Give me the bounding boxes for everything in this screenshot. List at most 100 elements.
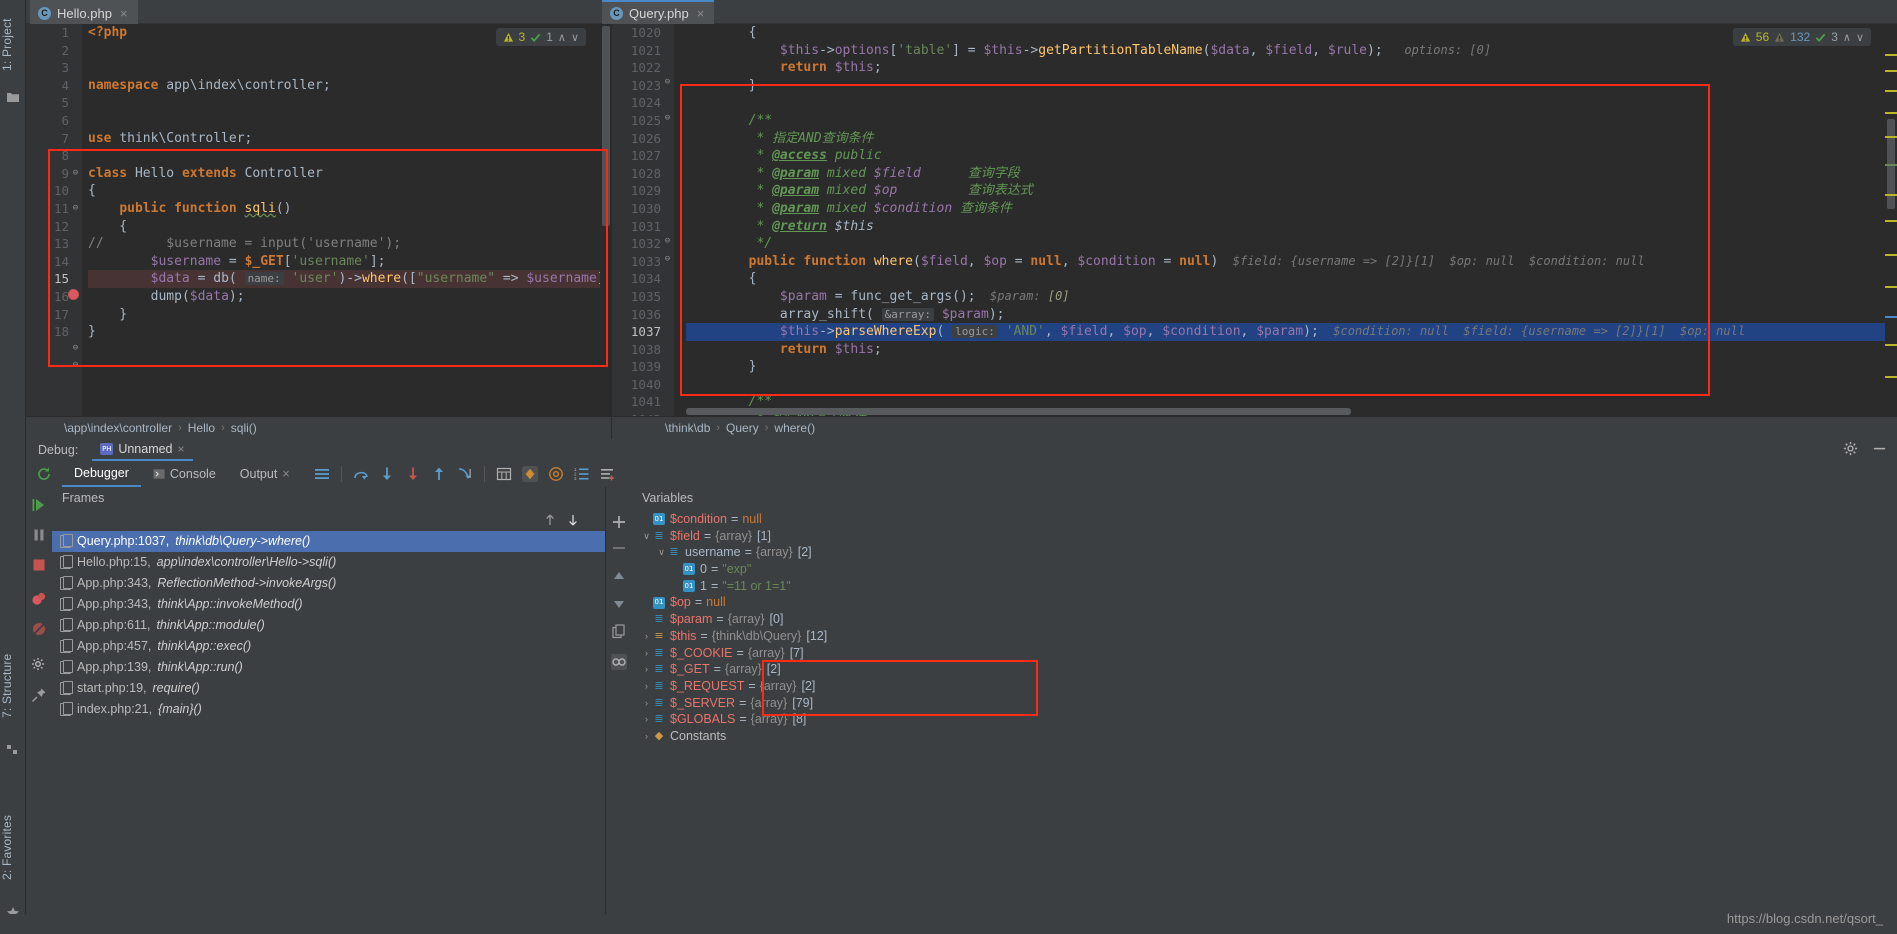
chevron-down-icon[interactable]: ∨ (1856, 31, 1864, 44)
frame-row[interactable]: App.php:139, think\App::run() (52, 657, 605, 678)
line-number[interactable]: 5 (26, 94, 82, 112)
line-number[interactable]: 10 (26, 182, 82, 200)
code-line[interactable]: array_shift( &array: $param); (686, 306, 1897, 324)
code-fold-icon[interactable]: ⊖ (663, 78, 672, 87)
gear-icon[interactable] (1843, 441, 1858, 456)
code-line[interactable]: * @access public (686, 147, 1897, 165)
line-number[interactable]: 1024 (612, 94, 674, 112)
code-line[interactable] (88, 94, 612, 112)
frame-row[interactable]: index.php:21, {main}() (52, 699, 605, 720)
chevron-right-icon[interactable]: › (640, 695, 653, 712)
line-number[interactable]: 1037 (612, 323, 674, 341)
code-line[interactable]: { (88, 218, 612, 236)
folder-icon[interactable] (6, 90, 20, 104)
inspection-widget[interactable]: 3 1 ∧ ∨ (495, 28, 586, 46)
pause-icon[interactable] (31, 527, 47, 543)
copy-icon[interactable] (611, 624, 627, 640)
chevron-down-icon[interactable]: ∨ (655, 544, 668, 561)
editor-hello-php[interactable]: 1 2 3 4 5 6 7 8 9 10 11 12 13 14 15 16 17 18 ⊖ ⊖ ⊖ ⊖ <?php na… (26, 24, 612, 416)
tab-hello-php[interactable]: C Hello.php × (30, 0, 138, 24)
arrow-down-icon[interactable] (566, 513, 580, 527)
frames-panel[interactable]: Query.php:1037, think\db\Query->where() He… (52, 509, 605, 924)
frame-row[interactable]: App.php:611, think\App::module() (52, 615, 605, 636)
breadcrumb-hello[interactable]: \app\index\controller › Hello › sqli() (26, 416, 612, 439)
variable-row[interactable]: ∨ ≣ $field = {array} [1] (632, 528, 1897, 545)
line-number[interactable]: 15 (26, 270, 82, 288)
step-into-icon[interactable] (379, 466, 395, 482)
triangle-up-icon[interactable] (611, 568, 627, 584)
code-line[interactable] (686, 376, 1897, 394)
tab-console[interactable]: Console (141, 461, 228, 487)
editor-splitter[interactable] (611, 24, 612, 439)
minimize-icon[interactable] (1872, 441, 1887, 456)
chevron-down-icon[interactable]: ∨ (571, 31, 579, 44)
close-icon[interactable]: × (282, 467, 289, 481)
line-number[interactable]: 1030 (612, 200, 674, 218)
breadcrumb-item[interactable]: Hello (188, 421, 215, 435)
mute-breakpoints-icon[interactable] (521, 466, 538, 482)
line-number[interactable]: 1038 (612, 341, 674, 359)
line-number[interactable]: 7 (26, 130, 82, 148)
chevron-right-icon[interactable]: › (640, 645, 653, 662)
editor-hscrollbar[interactable] (686, 408, 1883, 415)
line-number[interactable]: 14 (26, 253, 82, 271)
variable-row[interactable]: 01 1 = "=11 or 1=1" (632, 578, 1897, 595)
layout-icon[interactable] (314, 466, 330, 482)
code-line[interactable]: * @param mixed $op 查询表达式 (686, 182, 1897, 200)
sidebar-item-favorites[interactable]: 2: Favorites (0, 798, 26, 896)
frames-list[interactable]: Query.php:1037, think\db\Query->where() He… (52, 531, 605, 720)
code-line[interactable]: public function where($field, $op = null… (686, 253, 1897, 271)
line-number[interactable]: 1036 (612, 306, 674, 324)
code-line[interactable]: $this->options['table'] = $this->getPart… (686, 42, 1897, 60)
code-line[interactable]: public function sqli() (88, 200, 612, 218)
line-number[interactable]: 1 (26, 24, 82, 42)
chevron-right-icon[interactable]: › (640, 628, 653, 645)
code-content[interactable]: <?php namespace app\index\controller; us… (88, 24, 612, 416)
breakpoint-marker[interactable] (68, 289, 79, 300)
mute-breakpoints-side-icon[interactable] (31, 621, 47, 637)
code-fold-icon[interactable]: ⊖ (71, 169, 80, 178)
line-number[interactable]: 1035 (612, 288, 674, 306)
code-line[interactable]: dump($data); (88, 288, 612, 306)
force-step-into-icon[interactable] (405, 466, 421, 482)
inspection-widget[interactable]: 56 132 3 ∧ ∨ (1732, 28, 1871, 46)
line-number[interactable]: 3 (26, 59, 82, 77)
variable-row[interactable]: › ≣ $_REQUEST = {array} [2] (632, 678, 1897, 695)
line-number[interactable]: 1040 (612, 376, 674, 394)
code-line[interactable]: use think\Controller; (88, 130, 612, 148)
code-line[interactable]: * @return $this (686, 218, 1897, 236)
settings-side-icon[interactable] (31, 657, 47, 673)
code-line[interactable] (88, 59, 612, 77)
line-number[interactable]: 1034 (612, 270, 674, 288)
settings-list-icon[interactable] (600, 466, 616, 482)
line-number[interactable]: 1022 (612, 59, 674, 77)
sidebar-item-structure[interactable]: 7: Structure (0, 638, 26, 734)
run-to-cursor-icon[interactable] (457, 466, 473, 482)
frame-row[interactable]: Hello.php:15, app\index\controller\Hello-… (52, 552, 605, 573)
breadcrumb-item[interactable]: \app\index\controller (64, 421, 172, 435)
variable-row[interactable]: ≣ $param = {array} [0] (632, 611, 1897, 628)
code-line[interactable]: * @param mixed $condition 查询条件 (686, 200, 1897, 218)
code-fold-icon[interactable]: ⊖ (71, 361, 80, 370)
code-line[interactable]: /** (686, 112, 1897, 130)
sidebar-item-project[interactable]: 1: Project (0, 6, 26, 84)
close-icon[interactable]: × (120, 6, 128, 21)
line-number[interactable]: 1031 (612, 218, 674, 236)
code-line[interactable]: $param = func_get_args(); $param: [0] (686, 288, 1897, 306)
breadcrumb-item[interactable]: sqli() (231, 421, 257, 435)
variables-tree[interactable]: 01 $condition = null ∨ ≣ $field = {array} [1] ∨ ≣ us… (632, 511, 1897, 745)
line-number[interactable]: 4 (26, 77, 82, 95)
frame-row[interactable]: App.php:343, ReflectionMethod->invokeArgs… (52, 573, 605, 594)
chevron-right-icon[interactable]: › (640, 678, 653, 695)
code-line[interactable] (686, 94, 1897, 112)
structure-icon[interactable] (6, 742, 20, 756)
debug-session-tab[interactable]: PH Unnamed × (92, 439, 193, 461)
code-line[interactable]: $data = db( name: 'user')->where(["usern… (88, 270, 612, 288)
evaluate-expression-icon[interactable] (496, 466, 512, 482)
step-over-icon[interactable] (353, 466, 369, 482)
code-line[interactable]: $this->parseWhereExp( logic: 'AND', $fie… (686, 323, 1897, 341)
line-number[interactable]: 6 (26, 112, 82, 130)
chevron-down-icon[interactable]: ∨ (640, 528, 653, 545)
code-line[interactable] (88, 112, 612, 130)
line-number[interactable]: 2 (26, 42, 82, 60)
